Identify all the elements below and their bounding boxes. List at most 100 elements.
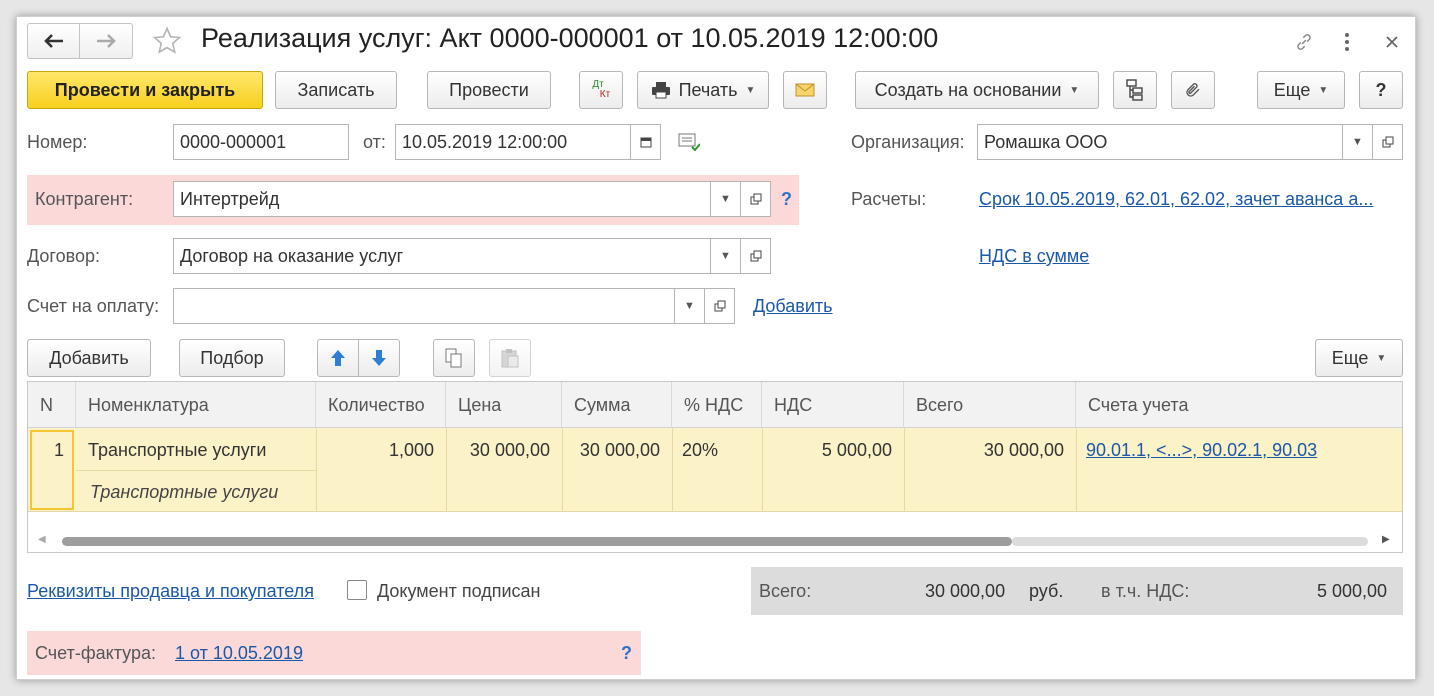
move-down-button[interactable] (358, 339, 400, 377)
chevron-down-icon: ▼ (1318, 84, 1329, 96)
column-header-item[interactable]: Номенклатура (76, 382, 316, 428)
row-number-cell[interactable] (30, 430, 74, 510)
column-header-total[interactable]: Всего (904, 382, 1076, 428)
nav-group (27, 23, 133, 59)
requisites-link[interactable]: Реквизиты продавца и покупателя (27, 581, 314, 602)
tax-invoice-label: Счет-фактура: (35, 643, 156, 663)
quantity-cell[interactable]: 1,000 (389, 440, 434, 461)
payment-invoice-add-link[interactable]: Добавить (753, 296, 833, 317)
item-name[interactable]: Транспортные услуги (88, 440, 266, 461)
dt-kt-button[interactable]: Дт Кт (579, 71, 623, 109)
sum-cell[interactable]: 30 000,00 (580, 440, 660, 461)
currency-label: руб. (1029, 581, 1064, 601)
scroll-left-icon[interactable]: ◀ (38, 534, 46, 545)
calendar-button[interactable] (631, 124, 661, 160)
save-button[interactable]: Записать (275, 71, 397, 109)
column-header-vat-rate[interactable]: % НДС (672, 382, 762, 428)
column-header-price[interactable]: Цена (446, 382, 562, 428)
organization-dropdown-button[interactable]: ▼ (1343, 124, 1373, 160)
toolbar-more-label: Еще (1273, 79, 1311, 100)
favorite-button[interactable] (147, 23, 187, 59)
post-and-close-label: Провести и закрыть (54, 79, 236, 100)
move-up-button[interactable] (317, 339, 359, 377)
signed-label[interactable]: Документ подписан (377, 581, 540, 602)
tax-invoice-help-icon[interactable]: ? (621, 643, 632, 664)
vat-mode-link[interactable]: НДС в сумме (979, 246, 1089, 267)
counterparty-help-icon[interactable]: ? (781, 189, 792, 210)
printer-icon (651, 82, 670, 99)
back-button[interactable] (28, 24, 80, 58)
forward-button[interactable] (80, 24, 132, 58)
paste-button[interactable] (489, 339, 531, 377)
attach-button[interactable] (1171, 71, 1215, 109)
post-button[interactable]: Провести (427, 71, 551, 109)
email-button[interactable] (783, 71, 827, 109)
copy-icon (445, 348, 462, 368)
organization-open-button[interactable] (1373, 124, 1403, 160)
link-icon (1297, 34, 1311, 50)
column-divider (446, 428, 447, 512)
table-pick-button[interactable]: Подбор (179, 339, 285, 377)
arrow-up-icon (331, 350, 345, 366)
help-button[interactable]: ? (1359, 71, 1403, 109)
column-divider (904, 428, 905, 512)
counterparty-field[interactable]: Интертрейд (173, 181, 711, 217)
chevron-down-icon: ▼ (720, 193, 731, 205)
goods-table: N Номенклатура Количество Цена Сумма % Н… (27, 381, 1403, 553)
vat-cell[interactable]: 5 000,00 (822, 440, 892, 461)
settlements-link[interactable]: Срок 10.05.2019, 62.01, 62.02, зачет ава… (979, 189, 1373, 210)
counterparty-open-button[interactable] (741, 181, 771, 217)
column-header-accounts[interactable]: Счета учета (1076, 382, 1402, 428)
scroll-right-icon[interactable]: ▶ (1382, 534, 1390, 545)
date-field[interactable]: 10.05.2019 12:00:00 (395, 124, 631, 160)
table-more-button[interactable]: Еще ▼ (1315, 339, 1403, 377)
save-label: Записать (297, 79, 375, 100)
arrow-right-icon (97, 34, 116, 48)
column-header-vat[interactable]: НДС (762, 382, 904, 428)
link-button[interactable] (1289, 27, 1319, 57)
number-field[interactable]: 0000-000001 (173, 124, 349, 160)
arrow-down-icon (372, 350, 386, 366)
settlements-label: Расчеты: (851, 189, 927, 209)
payment-invoice-open-button[interactable] (705, 288, 735, 324)
print-button[interactable]: Печать ▼ (637, 71, 769, 109)
payment-invoice-dropdown-button[interactable]: ▼ (675, 288, 705, 324)
column-header-quantity[interactable]: Количество (316, 382, 446, 428)
vat-rate-cell[interactable]: 20% (682, 440, 718, 461)
contract-open-button[interactable] (741, 238, 771, 274)
item-divider (76, 470, 316, 471)
envelope-icon (795, 83, 815, 97)
horizontal-scrollbar[interactable]: ◀ ▶ (28, 532, 1402, 552)
payment-invoice-field[interactable] (173, 288, 675, 324)
help-label: ? (1375, 79, 1387, 100)
star-icon (152, 26, 182, 54)
structure-button[interactable] (1113, 71, 1157, 109)
contract-dropdown-button[interactable]: ▼ (711, 238, 741, 274)
comment-icon[interactable] (675, 129, 703, 155)
signed-checkbox[interactable] (347, 580, 367, 600)
price-cell[interactable]: 30 000,00 (470, 440, 550, 461)
kt-label: Кт (599, 89, 611, 100)
close-icon (1386, 36, 1398, 48)
more-menu-button[interactable] (1335, 27, 1359, 57)
accounts-link[interactable]: 90.01.1, <...>, 90.02.1, 90.03 (1086, 440, 1317, 461)
tax-invoice-link[interactable]: 1 от 10.05.2019 (175, 643, 303, 664)
scrollbar-thumb[interactable] (62, 537, 1012, 546)
create-based-on-button[interactable]: Создать на основании ▼ (855, 71, 1099, 109)
toolbar-more-button[interactable]: Еще ▼ (1257, 71, 1345, 109)
table-add-button[interactable]: Добавить (27, 339, 151, 377)
arrow-left-icon (43, 34, 63, 48)
item-content[interactable]: Транспортные услуги (90, 482, 278, 503)
column-header-sum[interactable]: Сумма (562, 382, 672, 428)
post-and-close-button[interactable]: Провести и закрыть (27, 71, 263, 109)
contract-field[interactable]: Договор на оказание услуг (173, 238, 711, 274)
close-button[interactable] (1377, 27, 1407, 57)
totals-panel (751, 567, 1403, 615)
counterparty-dropdown-button[interactable]: ▼ (711, 181, 741, 217)
column-header-n[interactable]: N (28, 382, 76, 428)
date-label: от: (363, 132, 386, 152)
organization-field[interactable]: Ромашка ООО (977, 124, 1343, 160)
total-cell[interactable]: 30 000,00 (984, 440, 1064, 461)
table-row[interactable]: 1 Транспортные услуги Транспортные услуг… (28, 428, 1402, 512)
copy-button[interactable] (433, 339, 475, 377)
